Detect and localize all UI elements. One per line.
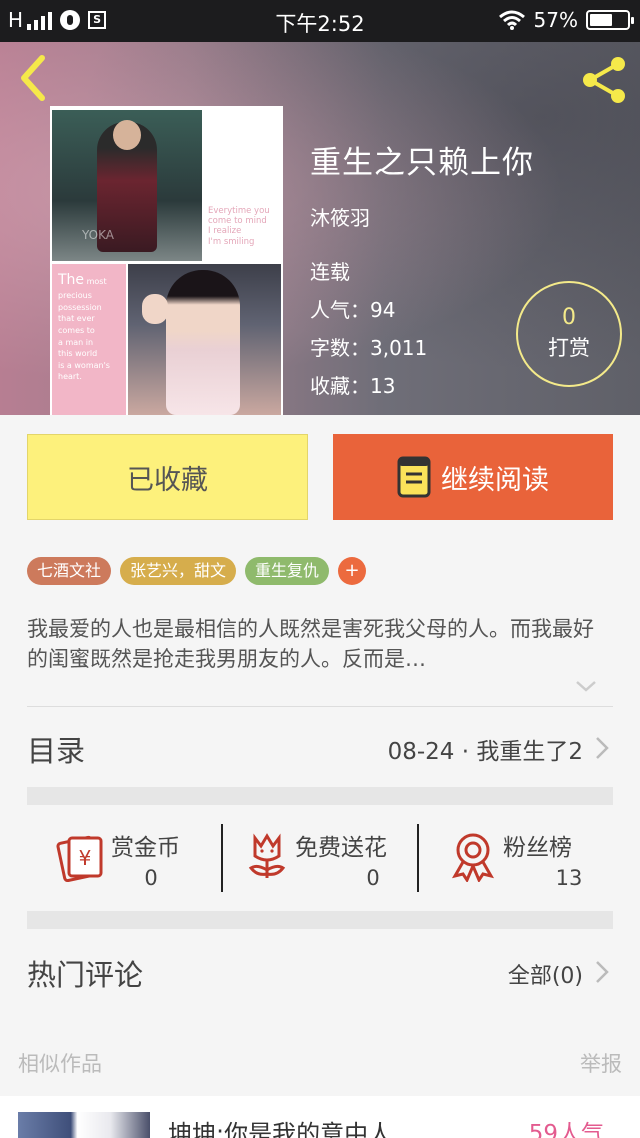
add-tag-button[interactable]: + bbox=[338, 557, 367, 585]
favorited-button[interactable]: 已收藏 bbox=[27, 434, 308, 520]
stats-row: ¥ 赏金币 0 免费送花 0 粉丝榜 13 bbox=[27, 806, 613, 911]
free-flower-label: 免费送花 bbox=[295, 835, 387, 861]
book-header: YOKA Everytime you come to mind I realiz… bbox=[0, 42, 640, 415]
coin-reward-value: 0 bbox=[144, 866, 158, 890]
tip-button[interactable]: 0 打赏 bbox=[516, 281, 622, 387]
fan-ranking-label: 粉丝榜 bbox=[503, 835, 572, 861]
chevron-left-icon[interactable] bbox=[14, 54, 54, 102]
recommended-book-item[interactable]: 坤坤:你是我的意中人 59人气 bbox=[0, 1096, 640, 1138]
wifi-icon bbox=[498, 10, 525, 30]
tip-count: 0 bbox=[562, 305, 576, 330]
tag-item[interactable]: 张艺兴，甜文 bbox=[120, 557, 237, 585]
tag-item[interactable]: 重生复仇 bbox=[245, 557, 330, 585]
hot-comments-label: 热门评论 bbox=[27, 958, 144, 992]
similar-works-header: 相似作品 举报 bbox=[0, 1030, 640, 1090]
book-favorites: 收藏：13 bbox=[310, 374, 396, 398]
cover-quote: Everytime you come to mind I realize I'm… bbox=[208, 206, 270, 247]
coin-reward-stat[interactable]: ¥ 赏金币 0 bbox=[27, 806, 222, 911]
recommended-book-title: 坤坤:你是我的意中人 bbox=[168, 1120, 393, 1138]
book-description: 我最爱的人也是最相信的人既然是害死我父母的人。而我最好的闺蜜既然是抢走我男朋友的… bbox=[27, 617, 594, 671]
medal-icon bbox=[451, 833, 495, 882]
recommended-book-popularity: 59人气 bbox=[528, 1121, 604, 1138]
fan-ranking-stat[interactable]: 粉丝榜 13 bbox=[419, 806, 613, 911]
book-status: 连载 bbox=[310, 260, 350, 284]
cover-watermark: YOKA bbox=[82, 228, 114, 242]
battery-icon bbox=[586, 10, 634, 30]
book-title: 重生之只赖上你 bbox=[310, 145, 534, 181]
tip-label: 打赏 bbox=[548, 336, 590, 360]
cover-photo-woman bbox=[128, 264, 281, 415]
continue-reading-button[interactable]: 继续阅读 bbox=[333, 434, 613, 520]
table-of-contents-row[interactable]: 目录 08-24 · 我重生了2 bbox=[27, 708, 613, 788]
chevron-right-icon bbox=[596, 961, 609, 983]
cover-photo-man: YOKA bbox=[52, 110, 202, 261]
red-envelope-icon: ¥ bbox=[56, 835, 103, 882]
chevron-down-icon[interactable] bbox=[574, 678, 598, 694]
svg-text:¥: ¥ bbox=[79, 846, 92, 870]
divider bbox=[27, 706, 613, 707]
book-info: 重生之只赖上你 沐筱羽 连载 人气：94 字数：3,011 收藏：13 bbox=[310, 137, 534, 405]
continue-reading-label: 继续阅读 bbox=[441, 464, 549, 496]
fan-ranking-value: 13 bbox=[555, 866, 583, 890]
toc-label: 目录 bbox=[27, 734, 86, 768]
tag-list: 七酒文社 张艺兴，甜文 重生复仇 + bbox=[27, 557, 367, 585]
latest-chapter: 08-24 · 我重生了2 bbox=[387, 739, 583, 765]
cover-pink-quote: The most precious possession that ever c… bbox=[52, 264, 126, 415]
section-separator bbox=[27, 911, 613, 929]
battery-percent: 57% bbox=[533, 8, 578, 32]
chevron-right-icon bbox=[596, 737, 609, 759]
section-separator bbox=[27, 787, 613, 805]
book-icon bbox=[397, 456, 431, 498]
report-link[interactable]: 举报 bbox=[580, 1048, 622, 1078]
book-cover-image: YOKA Everytime you come to mind I realiz… bbox=[50, 106, 283, 415]
all-comments-link[interactable]: 全部(0) bbox=[508, 958, 583, 990]
hot-comments-row[interactable]: 热门评论 全部(0) bbox=[27, 930, 613, 1010]
share-icon[interactable] bbox=[578, 54, 630, 106]
book-word-count: 字数：3,011 bbox=[310, 336, 428, 360]
free-flower-stat[interactable]: 免费送花 0 bbox=[223, 806, 417, 911]
similar-works-label: 相似作品 bbox=[18, 1052, 102, 1076]
book-popularity: 人气：94 bbox=[310, 298, 396, 322]
flower-icon bbox=[248, 833, 286, 878]
recommended-book-cover bbox=[18, 1112, 150, 1138]
free-flower-value: 0 bbox=[366, 866, 380, 890]
book-author[interactable]: 沐筱羽 bbox=[310, 202, 534, 231]
tag-item[interactable]: 七酒文社 bbox=[27, 557, 112, 585]
status-bar: H S 下午2:52 57% bbox=[0, 0, 640, 42]
coin-reward-label: 赏金币 bbox=[111, 835, 180, 861]
